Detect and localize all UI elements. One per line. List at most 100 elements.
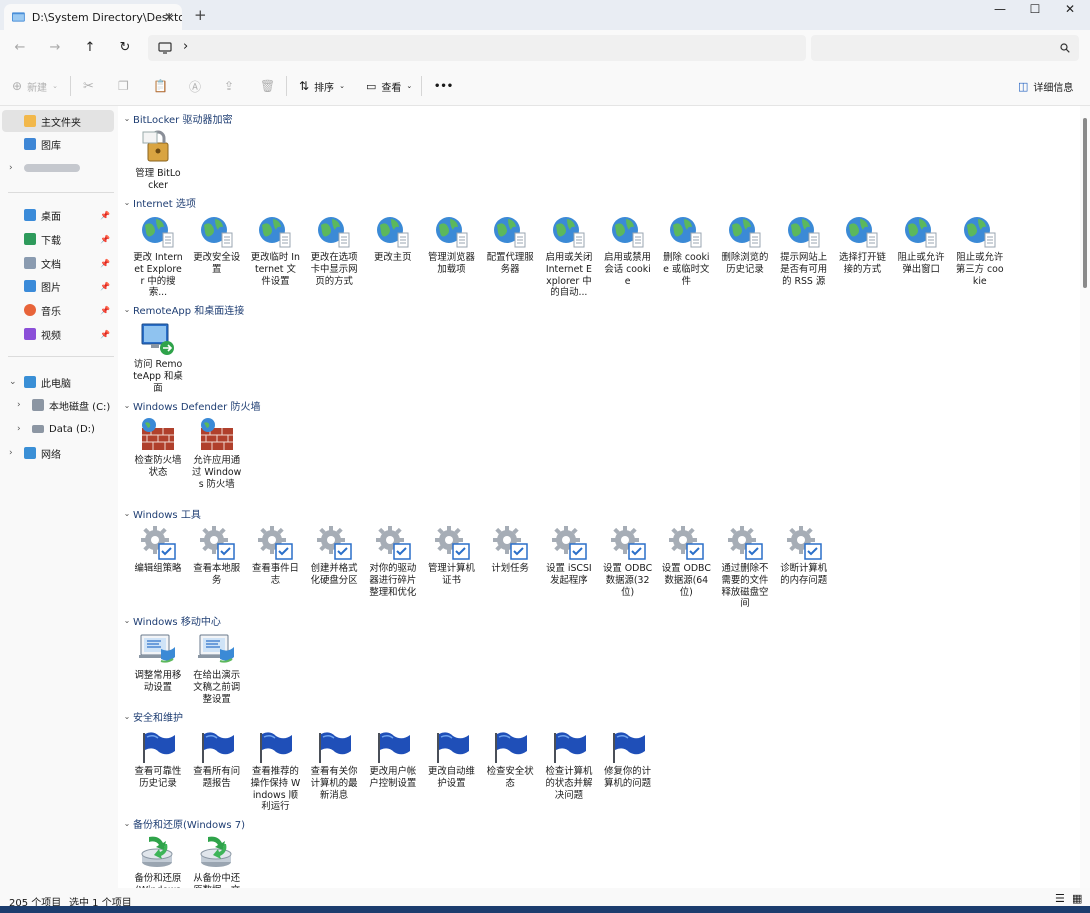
control-panel-item[interactable]: 修复你的计算机的问题: [603, 727, 653, 790]
sort-button[interactable]: ⇅ 排序 ⌄: [299, 78, 345, 94]
forward-arrow-icon[interactable]: →: [46, 39, 64, 57]
chevron-right-icon[interactable]: ›: [17, 400, 21, 410]
more-options-icon[interactable]: •••: [434, 78, 453, 94]
close-button[interactable]: ✕: [1050, 0, 1090, 18]
sidebar-item-network[interactable]: › 网络: [2, 442, 114, 464]
address-bar[interactable]: ›: [148, 35, 806, 61]
control-panel-item[interactable]: 更改用户帐户控制设置: [368, 727, 418, 790]
control-panel-item[interactable]: 提示网站上是否有可用的 RSS 源: [779, 213, 829, 287]
up-arrow-icon[interactable]: ↑: [81, 39, 99, 57]
control-panel-item[interactable]: 对你的驱动器进行碎片整理和优化: [368, 524, 418, 598]
rename-icon[interactable]: Ⓐ: [189, 78, 201, 94]
control-panel-item[interactable]: 删除浏览的历史记录: [720, 213, 770, 276]
control-panel-item[interactable]: 更改临时 Internet 文件设置: [250, 213, 300, 287]
sidebar-item-videos[interactable]: 视频 📌: [2, 323, 114, 345]
chevron-right-icon[interactable]: ›: [17, 424, 21, 434]
tiles-view-icon[interactable]: ▦: [1072, 892, 1082, 905]
back-arrow-icon[interactable]: ←: [11, 39, 29, 57]
chevron-right-icon[interactable]: ›: [9, 448, 13, 458]
control-panel-item[interactable]: 查看所有问题报告: [192, 727, 242, 790]
group-header[interactable]: ⌄ 安全和维护: [118, 707, 183, 725]
control-panel-item[interactable]: 编辑组策略: [133, 524, 183, 575]
group-header[interactable]: ⌄ Windows 移动中心: [118, 611, 221, 629]
control-panel-item[interactable]: 管理 BitLocker: [133, 129, 183, 192]
control-panel-item[interactable]: 通过删除不需要的文件释放磁盘空间: [720, 524, 770, 610]
chevron-down-icon[interactable]: ⌄: [121, 305, 133, 314]
group-header[interactable]: ⌄ Windows Defender 防火墙: [118, 396, 261, 414]
control-panel-item[interactable]: 阻止或允许弹出窗口: [896, 213, 946, 276]
chevron-down-icon[interactable]: ⌄: [9, 377, 17, 387]
control-panel-item[interactable]: 在给出演示文稿之前调整设置: [192, 631, 242, 705]
group-header[interactable]: ⌄ Windows 工具: [118, 504, 201, 522]
control-panel-item[interactable]: 检查安全状态: [485, 727, 535, 790]
copy-icon[interactable]: ❐: [118, 78, 129, 94]
group-header[interactable]: ⌄ 备份和还原(Windows 7): [118, 814, 245, 832]
control-panel-item[interactable]: 访问 RemoteApp 和桌面: [133, 320, 183, 394]
control-panel-item[interactable]: 从备份中还原数据、文件: [192, 834, 242, 888]
chevron-down-icon[interactable]: ⌄: [121, 509, 133, 518]
maximize-button[interactable]: ☐: [1015, 0, 1055, 18]
chevron-right-icon[interactable]: ›: [9, 163, 13, 173]
sidebar-item-downloads[interactable]: 下载 📌: [2, 228, 114, 250]
control-panel-item[interactable]: 管理计算机证书: [427, 524, 477, 587]
control-panel-item[interactable]: 更改在选项卡中显示网页的方式: [309, 213, 359, 287]
control-panel-item[interactable]: 调整常用移动设置: [133, 631, 183, 694]
vertical-scrollbar[interactable]: [1080, 106, 1090, 888]
sidebar-item-onedrive[interactable]: ›: [2, 157, 114, 179]
control-panel-item[interactable]: 设置 ODBC 数据源(64 位): [661, 524, 711, 598]
control-panel-item[interactable]: 更改主页: [368, 213, 418, 264]
sidebar-item-pictures[interactable]: 图片 📌: [2, 275, 114, 297]
control-panel-item[interactable]: 查看事件日志: [250, 524, 300, 587]
sidebar-item-music[interactable]: 音乐 📌: [2, 299, 114, 321]
control-panel-item[interactable]: 查看有关你计算机的最新消息: [309, 727, 359, 801]
chevron-down-icon[interactable]: ⌄: [121, 712, 133, 721]
delete-icon[interactable]: 🗑: [260, 78, 275, 94]
control-panel-item[interactable]: 设置 ODBC 数据源(32 位): [603, 524, 653, 598]
minimize-button[interactable]: —: [980, 0, 1020, 18]
search-input[interactable]: [811, 35, 1079, 61]
control-panel-item[interactable]: 更改安全设置: [192, 213, 242, 276]
control-panel-item[interactable]: 创建并格式化硬盘分区: [309, 524, 359, 587]
control-panel-item[interactable]: 查看推荐的操作保持 Windows 顺利运行: [250, 727, 300, 813]
details-view-icon[interactable]: ☰: [1055, 892, 1065, 905]
sidebar-item-gallery[interactable]: 图库: [2, 133, 114, 155]
control-panel-item[interactable]: 选择打开链接的方式: [837, 213, 887, 276]
address-chevron-icon[interactable]: ›: [183, 39, 188, 54]
control-panel-item[interactable]: 诊断计算机的内存问题: [779, 524, 829, 587]
control-panel-item[interactable]: 启用或禁用会话 cookie: [603, 213, 653, 287]
control-panel-item[interactable]: 查看本地服务: [192, 524, 242, 587]
control-panel-item[interactable]: 允许应用通过 Windows 防火墙: [192, 416, 242, 490]
group-header[interactable]: ⌄ RemoteApp 和桌面连接: [118, 300, 245, 318]
chevron-down-icon[interactable]: ⌄: [121, 198, 133, 207]
control-panel-item[interactable]: 计划任务: [485, 524, 535, 575]
chevron-down-icon[interactable]: ⌄: [121, 616, 133, 625]
group-header[interactable]: ⌄ BitLocker 驱动器加密: [118, 109, 233, 127]
chevron-down-icon[interactable]: ⌄: [121, 401, 133, 410]
sidebar-item-home[interactable]: 主文件夹: [2, 110, 114, 132]
new-button[interactable]: ⊕ 新建 ⌄: [12, 78, 58, 94]
control-panel-item[interactable]: 更改自动维护设置: [427, 727, 477, 790]
control-panel-item[interactable]: 启用或关闭 Internet Explorer 中的自动...: [544, 213, 594, 299]
details-pane-button[interactable]: ◫ 详细信息: [1018, 78, 1073, 94]
control-panel-item[interactable]: 更改 Internet Explorer 中的搜索...: [133, 213, 183, 299]
control-panel-item[interactable]: 检查防火墙状态: [133, 416, 183, 479]
tab-desktop[interactable]: D:\System Directory\Desktop\ ✕: [4, 4, 182, 30]
control-panel-item[interactable]: 设置 iSCSI 发起程序: [544, 524, 594, 587]
tab-close-icon[interactable]: ✕: [164, 10, 174, 24]
sidebar-item-documents[interactable]: 文档 📌: [2, 252, 114, 274]
scrollbar-thumb[interactable]: [1083, 118, 1087, 288]
control-panel-item[interactable]: 查看可靠性历史记录: [133, 727, 183, 790]
control-panel-item[interactable]: 检查计算机的状态并解决问题: [544, 727, 594, 801]
sidebar-item-desktop[interactable]: 桌面 📌: [2, 204, 114, 226]
cut-icon[interactable]: ✂: [83, 78, 94, 94]
share-icon[interactable]: ⇪: [224, 78, 234, 94]
paste-icon[interactable]: 📋: [153, 78, 168, 94]
new-tab-button[interactable]: +: [194, 7, 207, 23]
control-panel-item[interactable]: 管理浏览器加载项: [427, 213, 477, 276]
group-header[interactable]: ⌄ Internet 选项: [118, 193, 196, 211]
control-panel-item[interactable]: 阻止或允许第三方 cookie: [955, 213, 1005, 287]
view-button[interactable]: ▭ 查看 ⌄: [366, 78, 412, 94]
control-panel-item[interactable]: 删除 cookie 或临时文件: [661, 213, 711, 287]
refresh-icon[interactable]: ↻: [116, 39, 134, 57]
chevron-down-icon[interactable]: ⌄: [121, 114, 133, 123]
